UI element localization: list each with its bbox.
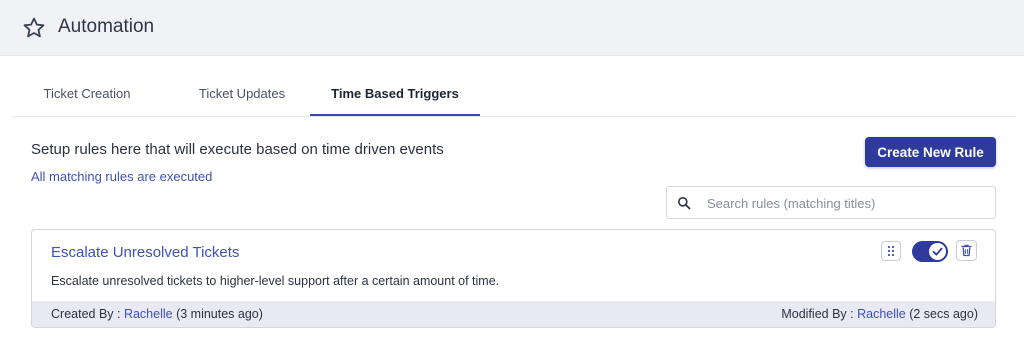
tab-bar: Ticket Creation Ticket Updates Time Base… bbox=[12, 74, 1016, 117]
search-input[interactable] bbox=[707, 193, 987, 213]
modified-by-info: Modified By : Rachelle (2 secs ago) bbox=[781, 307, 978, 321]
page-header: Automation bbox=[0, 0, 1024, 56]
rule-description: Escalate unresolved tickets to higher-le… bbox=[51, 274, 500, 288]
modified-by-label: Modified By : bbox=[781, 307, 858, 321]
rule-card: Escalate Unresolved Tickets Escalate unr… bbox=[31, 229, 996, 328]
search-icon bbox=[678, 197, 691, 210]
modified-by-user[interactable]: Rachelle bbox=[857, 307, 906, 321]
star-icon bbox=[23, 17, 45, 38]
tab-time-based-triggers[interactable]: Time Based Triggers bbox=[310, 74, 480, 116]
check-icon bbox=[932, 247, 943, 256]
create-new-rule-button[interactable]: Create New Rule bbox=[865, 137, 996, 167]
created-by-label: Created By : bbox=[51, 307, 124, 321]
rule-enabled-toggle[interactable] bbox=[912, 241, 948, 262]
execution-note: All matching rules are executed bbox=[31, 169, 213, 184]
delete-rule-button[interactable] bbox=[956, 240, 977, 261]
toggle-knob bbox=[929, 243, 946, 260]
created-by-user[interactable]: Rachelle bbox=[124, 307, 173, 321]
modified-time: (2 secs ago) bbox=[905, 307, 978, 321]
section-description: Setup rules here that will execute based… bbox=[31, 141, 444, 158]
created-time: (3 minutes ago) bbox=[172, 307, 263, 321]
page-title: Automation bbox=[58, 16, 155, 37]
drag-handle[interactable] bbox=[881, 241, 901, 261]
created-by-info: Created By : Rachelle (3 minutes ago) bbox=[51, 307, 263, 321]
drag-dots-icon bbox=[887, 245, 895, 257]
rule-footer: Created By : Rachelle (3 minutes ago) Mo… bbox=[32, 301, 995, 327]
search-box bbox=[666, 186, 996, 219]
tab-ticket-updates[interactable]: Ticket Updates bbox=[182, 74, 302, 116]
rule-title[interactable]: Escalate Unresolved Tickets bbox=[51, 244, 239, 261]
tab-ticket-creation[interactable]: Ticket Creation bbox=[27, 74, 147, 116]
trash-icon bbox=[961, 244, 972, 257]
